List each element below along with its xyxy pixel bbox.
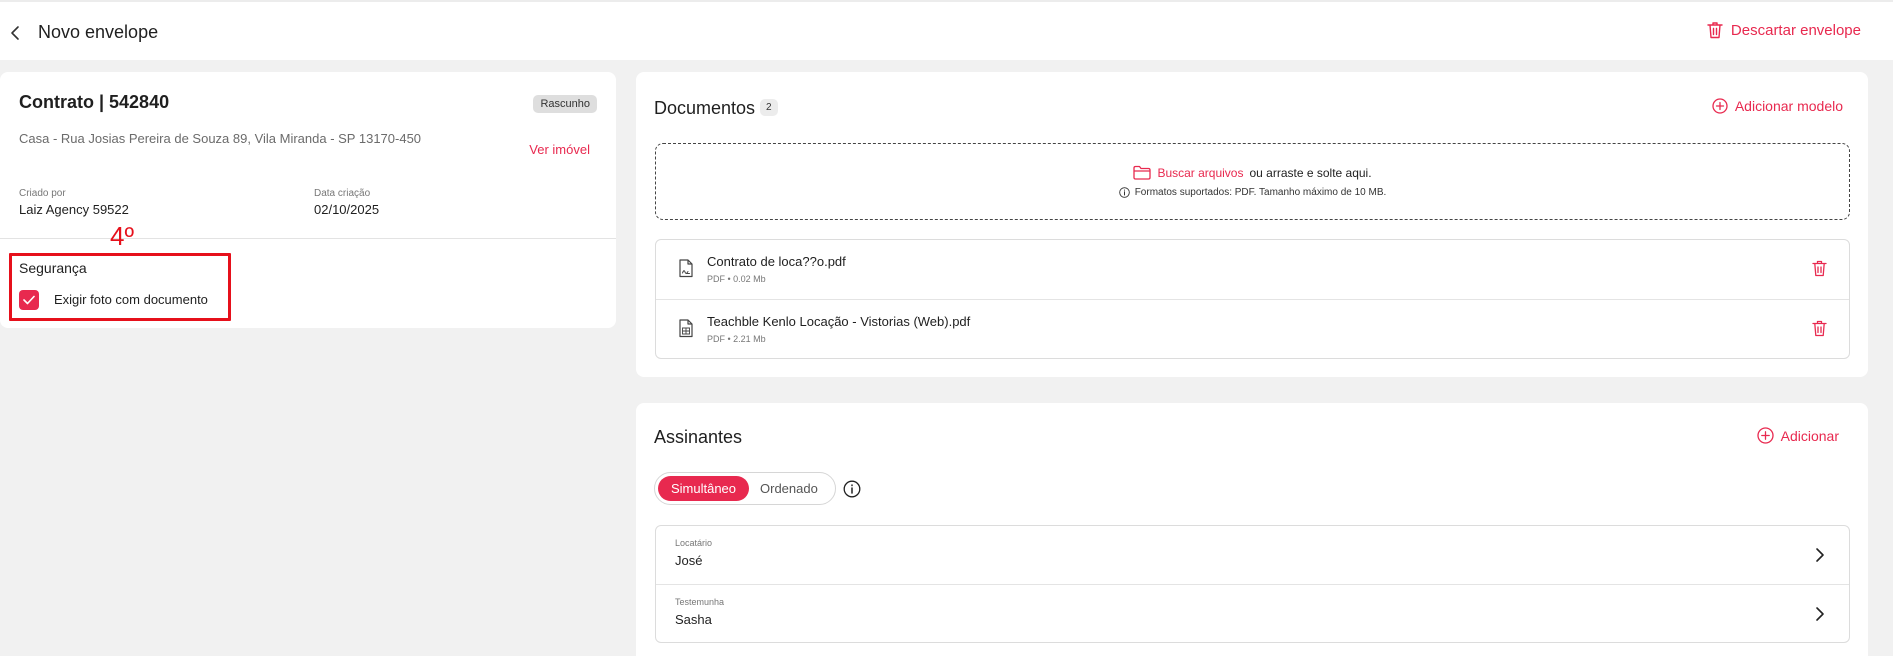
browse-files-link[interactable]: Buscar arquivos (1157, 166, 1243, 180)
status-badge: Rascunho (533, 95, 597, 113)
add-signer-label: Adicionar (1780, 427, 1839, 444)
discard-envelope-button[interactable]: Descartar envelope (1707, 21, 1861, 39)
signer-name: Sasha (675, 612, 712, 627)
annotation-label: 4º (110, 221, 134, 251)
file-name: Contrato de loca??o.pdf (707, 254, 846, 269)
drag-drop-text: ou arraste e solte aqui. (1249, 165, 1372, 180)
file-row[interactable]: Teachble Kenlo Locação - Vistorias (Web)… (656, 299, 1849, 358)
mode-simultaneous[interactable]: Simultâneo (658, 476, 749, 501)
file-row[interactable]: Contrato de loca??o.pdf PDF • 0.02 Mb (656, 240, 1849, 299)
plus-circle-icon (1712, 98, 1728, 114)
folder-icon (1133, 165, 1152, 180)
add-template-button[interactable]: Adicionar modelo (1712, 98, 1843, 114)
property-address: Casa - Rua Josias Pereira de Souza 89, V… (19, 131, 422, 146)
file-name: Teachble Kenlo Locação - Vistorias (Web)… (707, 314, 971, 329)
view-property-link[interactable]: Ver imóvel (529, 142, 590, 157)
chevron-right-icon (1815, 606, 1825, 622)
annotation-box (9, 253, 231, 321)
signer-row[interactable]: Locatário José (656, 526, 1849, 584)
plus-circle-icon (1756, 427, 1774, 444)
mode-ordered[interactable]: Ordenado (760, 481, 818, 496)
signer-list: Locatário José Testemunha Sasha (655, 525, 1850, 643)
signing-mode-toggle: Simultâneo Ordenado (654, 472, 836, 505)
top-bar: Novo envelope Descartar envelope (0, 0, 1893, 60)
delete-file-icon[interactable] (1812, 320, 1827, 337)
signers-title: Assinantes (654, 427, 743, 447)
add-signer-button[interactable]: Adicionar (1756, 427, 1839, 444)
file-list: Contrato de loca??o.pdf PDF • 0.02 Mb Te… (655, 239, 1850, 359)
file-meta: PDF • 2.21 Mb (707, 334, 766, 344)
divider (0, 238, 616, 239)
signer-role: Locatário (675, 538, 713, 548)
info-icon[interactable] (843, 480, 861, 498)
file-table-icon (678, 319, 694, 338)
file-dropzone[interactable]: Buscar arquivos ou arraste e solte aqui.… (655, 143, 1850, 220)
documents-count-badge: 2 (760, 99, 778, 116)
signer-row[interactable]: Testemunha Sasha (656, 584, 1849, 642)
supported-formats-text: Formatos suportados: PDF. Tamanho máximo… (1134, 187, 1387, 198)
signer-role: Testemunha (675, 597, 725, 607)
info-icon (1118, 187, 1130, 198)
created-by-value: Laiz Agency 59522 (19, 202, 129, 217)
created-by-label: Criado por (19, 188, 66, 199)
page-title: Novo envelope (38, 22, 159, 42)
creation-date-label: Data criação (314, 188, 371, 199)
chevron-right-icon (1815, 547, 1825, 563)
discard-envelope-label: Descartar envelope (1730, 21, 1861, 39)
documents-title: Documentos (654, 98, 756, 118)
contract-title: Contrato | 542840 (19, 92, 170, 112)
documents-card: Documentos 2 Adicionar modelo Buscar arq… (636, 72, 1868, 377)
file-contract-icon (678, 259, 694, 278)
creation-date-value: 02/10/2025 (314, 202, 380, 217)
trash-icon (1707, 21, 1723, 39)
signer-name: José (675, 553, 703, 568)
signers-card: Assinantes Adicionar Simultâneo Ordenado… (636, 403, 1868, 656)
back-arrow-icon[interactable] (8, 22, 22, 44)
file-meta: PDF • 0.02 Mb (707, 274, 766, 284)
add-template-label: Adicionar modelo (1734, 98, 1843, 114)
delete-file-icon[interactable] (1812, 260, 1827, 277)
